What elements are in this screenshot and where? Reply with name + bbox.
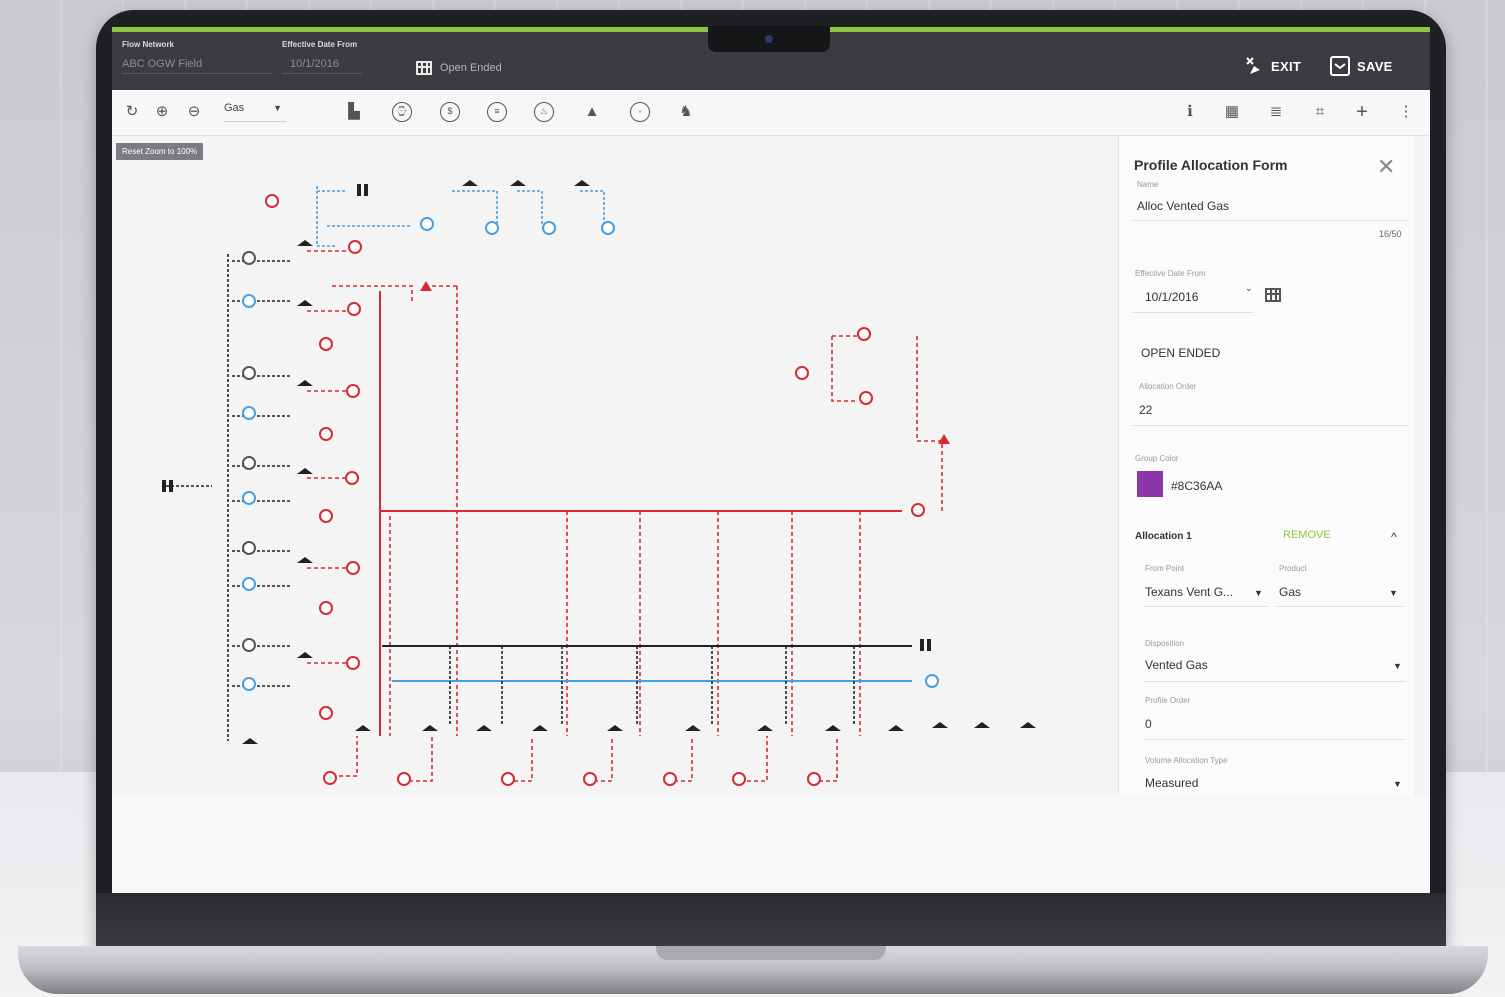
product-chevron-icon[interactable]: ▼ <box>1389 588 1398 598</box>
date-chevron-icon[interactable]: ⌄ <box>1245 283 1253 294</box>
table-view-icon[interactable]: ▦ <box>1222 102 1242 122</box>
open-ended-toggle[interactable]: Open Ended <box>416 61 502 75</box>
disposition-label: Disposition <box>1145 639 1185 648</box>
product-select[interactable]: Gas ▼ <box>224 100 286 122</box>
collapse-chevron-icon[interactable]: ^ <box>1391 530 1397 544</box>
effective-date-input[interactable]: 10/1/2016 <box>1145 290 1198 304</box>
product-label: Product <box>1279 564 1307 573</box>
save-icon <box>1330 56 1350 76</box>
profile-allocation-form: Profile Allocation Form ✕ Name Alloc Ven… <box>1118 136 1414 796</box>
fit-screen-icon[interactable]: ⌗ <box>1310 102 1330 122</box>
app-screen: Flow Network ABC OGW Field Effective Dat… <box>112 27 1430 893</box>
derrick-tool-icon[interactable]: ▲ <box>582 102 602 122</box>
product-select[interactable]: Gas <box>1279 585 1301 599</box>
open-ended-option[interactable]: OPEN ENDED <box>1141 346 1220 360</box>
flow-network-label: Flow Network <box>122 40 175 49</box>
allocation-section-title: Allocation 1 <box>1135 531 1192 542</box>
volume-type-chevron-icon[interactable]: ▼ <box>1393 779 1402 789</box>
flare-tool-icon[interactable]: ♨ <box>534 102 554 122</box>
group-color-value[interactable]: #8C36AA <box>1171 479 1222 493</box>
zoom-in-icon[interactable]: ⊕ <box>152 102 172 122</box>
flow-network-canvas[interactable]: Reset Zoom to 100% <box>112 136 1117 796</box>
remove-allocation-button[interactable]: REMOVE <box>1283 529 1331 541</box>
effective-date-value[interactable]: 10/1/2016 <box>282 58 362 74</box>
layers-icon[interactable]: ≣ <box>1266 102 1286 122</box>
allocation-order-input[interactable]: 22 <box>1139 403 1152 417</box>
profile-order-underline <box>1143 739 1405 740</box>
storage-tool-icon[interactable]: ≡ <box>487 102 507 122</box>
char-counter: 16/50 <box>1379 229 1402 239</box>
profile-order-label: Profile Order <box>1145 696 1191 705</box>
group-color-swatch[interactable] <box>1137 471 1163 497</box>
allocation-order-label: Allocation Order <box>1139 382 1197 391</box>
pump-jack-tool-icon[interactable]: ♞ <box>676 102 696 122</box>
camera-notch <box>708 26 830 52</box>
more-options-icon[interactable]: ⋮ <box>1396 102 1416 122</box>
flow-network-value[interactable]: ABC OGW Field <box>122 58 272 74</box>
disposition-select[interactable]: Vented Gas <box>1145 658 1208 672</box>
diagram-nodes <box>162 180 1036 786</box>
laptop-opening-notch <box>656 946 886 960</box>
info-icon[interactable]: ℹ <box>1180 102 1200 122</box>
from-point-select[interactable]: Texans Vent G... <box>1145 585 1233 599</box>
name-field[interactable]: Alloc Vented Gas <box>1137 199 1229 213</box>
effective-date-field[interactable]: Effective Date From 10/1/2016 <box>282 40 362 74</box>
name-label: Name <box>1137 180 1159 189</box>
calendar-icon <box>416 61 432 75</box>
diagram-toolbar: ↻ ⊕ ⊖ Gas ▼ ▙ ⌚ $ ≡ ♨ ▲ ◦ ♞ ℹ ▦ ≣ ⌗ + ⋮ <box>112 90 1430 136</box>
effective-date-underline <box>1133 312 1253 313</box>
allocation-order-underline <box>1133 425 1409 426</box>
flow-diagram[interactable] <box>112 136 1117 796</box>
flow-network-field[interactable]: Flow Network ABC OGW Field <box>122 40 272 74</box>
disposition-underline <box>1143 681 1405 682</box>
group-color-label: Group Color <box>1135 454 1179 463</box>
from-point-underline <box>1143 606 1268 607</box>
save-button[interactable]: SAVE <box>1330 56 1393 76</box>
open-ended-label: Open Ended <box>440 62 502 74</box>
meter-tool-icon[interactable]: ⌚ <box>392 102 412 122</box>
exit-icon <box>1246 57 1260 74</box>
form-title: Profile Allocation Form <box>1134 157 1288 173</box>
camera-icon <box>765 35 773 43</box>
volume-type-label: Volume Allocation Type <box>1145 756 1228 765</box>
facility-tool-icon[interactable]: ▙ <box>344 102 364 122</box>
from-point-label: From Point <box>1145 564 1185 573</box>
screen-lower-area <box>112 796 1430 893</box>
profile-order-input[interactable]: 0 <box>1145 717 1152 731</box>
chevron-down-icon: ▼ <box>273 103 282 113</box>
exit-button[interactable]: EXIT <box>1244 56 1301 76</box>
effective-date-label: Effective Date From <box>1135 269 1206 278</box>
product-underline <box>1277 606 1403 607</box>
volume-type-select[interactable]: Measured <box>1145 776 1198 790</box>
from-point-chevron-icon[interactable]: ▼ <box>1254 588 1263 598</box>
calendar-icon[interactable] <box>1265 288 1281 302</box>
add-icon[interactable]: + <box>1352 102 1372 122</box>
effective-date-label: Effective Date From <box>282 40 358 49</box>
zoom-out-icon[interactable]: ⊖ <box>184 102 204 122</box>
laptop-chin <box>96 893 1446 948</box>
disposition-chevron-icon[interactable]: ▼ <box>1393 661 1402 671</box>
name-underline <box>1133 220 1409 221</box>
refresh-icon[interactable]: ↻ <box>122 102 142 122</box>
exit-label: EXIT <box>1271 58 1302 74</box>
vent-tool-icon[interactable]: ◦ <box>630 102 650 122</box>
product-select-value: Gas <box>224 102 245 114</box>
save-label: SAVE <box>1357 58 1393 74</box>
sales-tool-icon[interactable]: $ <box>440 102 460 122</box>
close-icon[interactable]: ✕ <box>1377 154 1395 180</box>
